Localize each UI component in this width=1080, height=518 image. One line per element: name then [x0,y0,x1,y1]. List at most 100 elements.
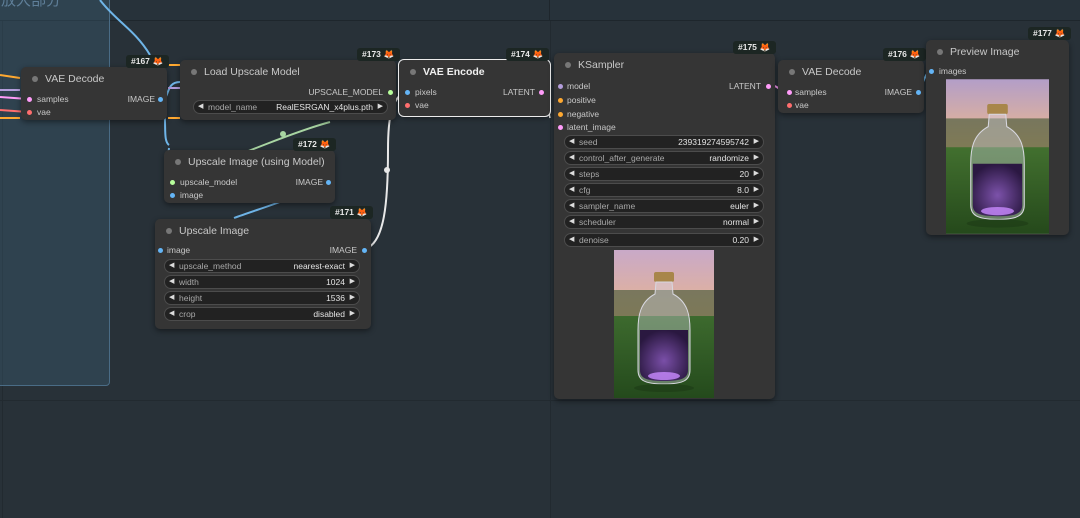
node-title: Upscale Image (using Model) [188,156,325,168]
output-slot-image[interactable] [326,180,331,185]
input-slot-latent-image[interactable] [558,125,563,130]
arrow-right-icon[interactable]: ▶ [754,216,759,228]
arrow-left-icon[interactable]: ◀ [569,184,574,196]
output-label-latent: LATENT [729,81,761,91]
node-upscale-image-171[interactable]: Upscale Image image IMAGE ◀ upscale_metho… [155,219,371,329]
node-badge: #167 🦊 [126,55,169,68]
widget-model-name[interactable]: ◀ model_name RealESRGAN_x4plus.pth ▶ [193,100,388,114]
collapse-dot[interactable] [175,159,181,165]
arrow-left-icon[interactable]: ◀ [169,292,174,304]
input-label-image: image [180,190,204,200]
widget-scheduler[interactable]: ◀ scheduler normal ▶ [564,215,764,229]
input-slot-image[interactable] [170,193,175,198]
widget-seed[interactable]: ◀ seed 239319274595742 ▶ [564,135,764,149]
widget-sampler-name[interactable]: ◀ sampler_name euler ▶ [564,199,764,213]
output-slot-image[interactable] [916,90,921,95]
output-label-image: IMAGE [127,94,155,104]
arrow-right-icon[interactable]: ▶ [350,260,355,272]
fox-icon: 🦊 [909,49,921,59]
arrow-left-icon[interactable]: ◀ [569,234,574,246]
input-label-vae: vae [415,100,429,110]
input-label-images: images [939,66,967,76]
output-slot-latent[interactable] [539,90,544,95]
arrow-right-icon[interactable]: ▶ [754,168,759,180]
output-label-image: IMAGE [329,245,357,255]
arrow-left-icon[interactable]: ◀ [569,216,574,228]
node-preview-image-177[interactable]: Preview Image images [926,40,1069,235]
arrow-right-icon[interactable]: ▶ [754,200,759,212]
arrow-left-icon[interactable]: ◀ [169,260,174,272]
node-upscale-image-using-model-172[interactable]: Upscale Image (using Model) upscale_mode… [164,150,335,203]
collapse-dot[interactable] [937,49,943,55]
input-label-samples: samples [37,94,69,104]
arrow-right-icon[interactable]: ▶ [350,276,355,288]
node-vae-decode-167[interactable]: VAE Decode samples vae IMAGE [21,67,167,120]
arrow-right-icon[interactable]: ▶ [754,184,759,196]
input-slot-pixels[interactable] [405,90,410,95]
widget-width[interactable]: ◀ width 1024 ▶ [164,275,360,289]
node-title: Load Upscale Model [204,66,300,78]
node-title: VAE Decode [802,66,862,78]
output-slot-image[interactable] [158,97,163,102]
output-slot-image[interactable] [362,248,367,253]
arrow-left-icon[interactable]: ◀ [169,308,174,320]
node-ksampler-175[interactable]: KSampler model positive negative latent_… [554,53,775,399]
widget-cfg[interactable]: ◀ cfg 8.0 ▶ [564,183,764,197]
arrow-left-icon[interactable]: ◀ [569,200,574,212]
input-slot-vae[interactable] [405,103,410,108]
widget-upscale-method[interactable]: ◀ upscale_method nearest-exact ▶ [164,259,360,273]
node-vae-decode-176[interactable]: VAE Decode samples vae IMAGE [778,60,924,113]
arrow-left-icon[interactable]: ◀ [569,136,574,148]
arrow-left-icon[interactable]: ◀ [569,152,574,164]
input-label-pixels: pixels [415,87,437,97]
collapse-dot[interactable] [191,69,197,75]
collapse-dot[interactable] [565,62,571,68]
node-canvas[interactable]: 放大部分 VAE Decode samples vae IMAGE #167🦊 [0,0,1080,518]
ksampler-preview-image [614,250,714,398]
arrow-right-icon[interactable]: ▶ [350,308,355,320]
fox-icon: 🦊 [759,42,771,52]
arrow-left-icon[interactable]: ◀ [198,101,203,113]
arrow-right-icon[interactable]: ▶ [754,234,759,246]
output-slot-upscale-model[interactable] [388,90,393,95]
input-slot-images[interactable] [929,69,934,74]
arrow-left-icon[interactable]: ◀ [569,168,574,180]
arrow-right-icon[interactable]: ▶ [350,292,355,304]
node-badge: #173 🦊 [357,48,400,61]
output-slot-latent[interactable] [766,84,771,89]
widget-control-after-generate[interactable]: ◀ control_after_generate randomize ▶ [564,151,764,165]
link-left-a [0,74,21,79]
node-badge: #177 🦊 [1028,27,1071,40]
node-badge: #174 🦊 [506,48,549,61]
node-vae-encode-174[interactable]: VAE Encode pixels vae LATENT [398,59,551,117]
arrow-left-icon[interactable]: ◀ [169,276,174,288]
collapse-dot[interactable] [410,69,416,75]
widget-height[interactable]: ◀ height 1536 ▶ [164,291,360,305]
input-slot-upscale-model[interactable] [170,180,175,185]
node-load-upscale-model-173[interactable]: Load Upscale Model UPSCALE_MODEL ◀ model… [180,60,396,120]
fox-icon: 🦊 [1054,28,1066,38]
output-label-image: IMAGE [884,87,912,97]
input-slot-image[interactable] [158,248,163,253]
input-slot-model[interactable] [558,84,563,89]
input-label-latent-image: latent_image [567,122,616,132]
input-slot-positive[interactable] [558,98,563,103]
input-slot-negative[interactable] [558,112,563,117]
input-label-negative: negative [567,109,600,119]
collapse-dot[interactable] [32,76,38,82]
arrow-right-icon[interactable]: ▶ [754,152,759,164]
input-slot-samples[interactable] [27,97,32,102]
fox-icon: 🦊 [356,207,368,217]
widget-denoise[interactable]: ◀ denoise 0.20 ▶ [564,233,764,247]
widget-crop[interactable]: ◀ crop disabled ▶ [164,307,360,321]
preview-output-image[interactable] [946,79,1049,234]
widget-steps[interactable]: ◀ steps 20 ▶ [564,167,764,181]
input-slot-vae[interactable] [27,110,32,115]
link-image-to-group [99,0,151,56]
arrow-right-icon[interactable]: ▶ [754,136,759,148]
input-slot-samples[interactable] [787,90,792,95]
collapse-dot[interactable] [166,228,172,234]
collapse-dot[interactable] [789,69,795,75]
input-slot-vae[interactable] [787,103,792,108]
arrow-right-icon[interactable]: ▶ [378,101,383,113]
